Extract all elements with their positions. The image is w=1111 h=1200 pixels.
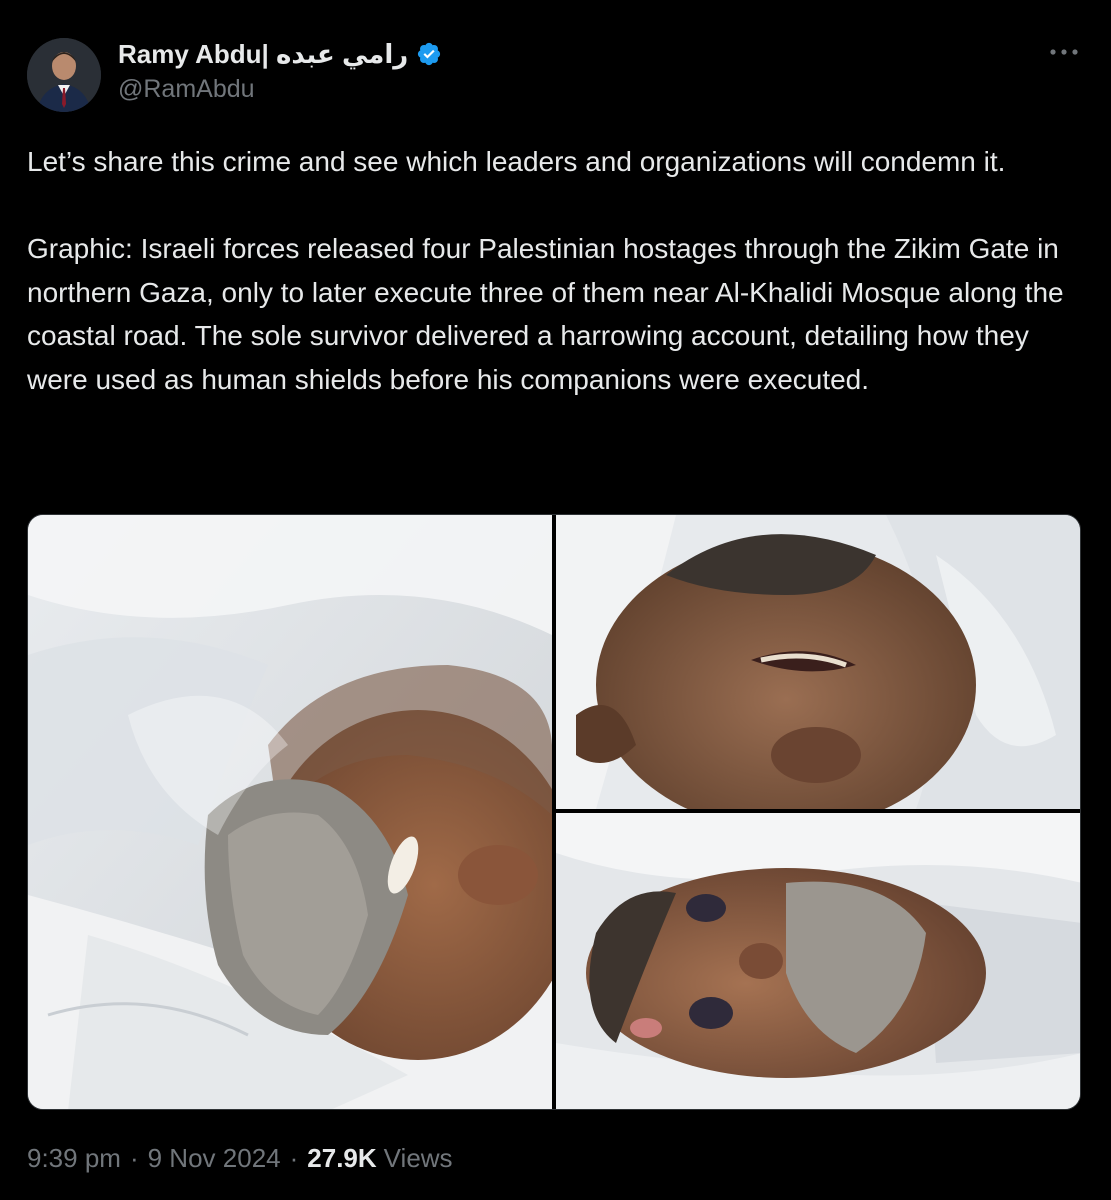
- meta-separator: ·: [129, 1142, 139, 1173]
- media-photo-1[interactable]: [28, 515, 552, 1109]
- views-count[interactable]: 27.9K: [307, 1143, 376, 1174]
- tweet-card: Ramy Abdu| رامي عبده @RamAbdu Let’s shar…: [0, 0, 1111, 1200]
- views-label[interactable]: Views: [384, 1143, 453, 1174]
- author-display-name[interactable]: Ramy Abdu| رامي عبده: [118, 39, 408, 70]
- media-grid: [27, 514, 1081, 1110]
- tweet-date[interactable]: 9 Nov 2024: [148, 1143, 281, 1174]
- media-photo-2[interactable]: [556, 515, 1080, 809]
- tweet-meta: 9:39 pm · 9 Nov 2024 · 27.9K Views: [27, 1140, 453, 1176]
- author-avatar[interactable]: [27, 38, 101, 112]
- avatar-image: [27, 38, 101, 112]
- more-horizontal-icon[interactable]: [1046, 40, 1082, 64]
- author-handle[interactable]: @RamAbdu: [118, 75, 255, 104]
- author-display-name-row[interactable]: Ramy Abdu| رامي عبده: [118, 37, 442, 71]
- media-photo-3[interactable]: [556, 813, 1080, 1109]
- meta-separator: ·: [289, 1142, 299, 1173]
- tweet-time[interactable]: 9:39 pm: [27, 1143, 121, 1174]
- tweet-text: Let’s share this crime and see which lea…: [27, 146, 1064, 395]
- verified-badge-icon[interactable]: [416, 41, 442, 67]
